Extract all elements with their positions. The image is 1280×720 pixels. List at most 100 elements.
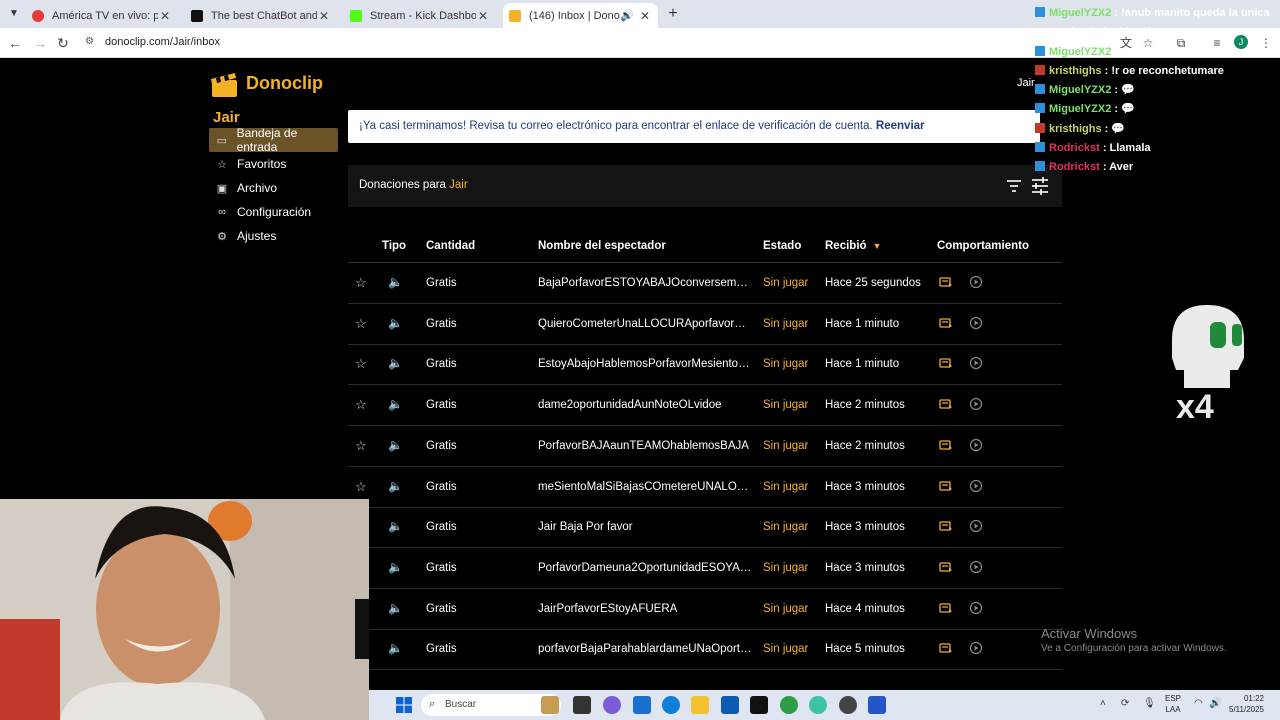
play-icon[interactable]	[969, 479, 983, 493]
speaker-icon[interactable]: 🔈	[388, 438, 403, 452]
speaker-icon[interactable]: 🔈	[388, 397, 403, 411]
speaker-icon[interactable]: 🔈	[388, 560, 403, 574]
windows-start-icon[interactable]	[396, 697, 412, 713]
table-row[interactable]: 🔈 Gratis Jair Baja Por favor Sin jugar H…	[348, 507, 1062, 549]
table-row[interactable]: ☆ 🔈 Gratis BajaPorfavorESTOYABAJOconvers…	[348, 263, 1062, 304]
microphone-icon[interactable]: 🎙	[1143, 698, 1156, 709]
sidebar-item-settings[interactable]: ⚙ Ajustes	[209, 224, 338, 248]
queue-icon[interactable]	[939, 479, 953, 493]
taskbar-search[interactable]: ⌕ Buscar	[421, 694, 561, 716]
queue-icon[interactable]	[939, 316, 953, 330]
play-icon[interactable]	[969, 356, 983, 370]
chat-username[interactable]: Rodrickst	[1049, 161, 1100, 173]
speaker-icon[interactable]: 🔈	[388, 601, 403, 615]
speaker-icon[interactable]: 🔈	[388, 356, 403, 370]
queue-icon[interactable]	[939, 519, 953, 533]
column-header-received[interactable]: Recibió ▼	[825, 240, 881, 252]
widget-icon[interactable]	[541, 696, 559, 714]
chat-username[interactable]: MiguelYZX2	[1049, 84, 1111, 96]
favorite-star-icon[interactable]: ☆	[355, 479, 367, 495]
play-icon[interactable]	[969, 438, 983, 452]
play-icon[interactable]	[969, 641, 983, 655]
brand-name[interactable]: Donoclip	[246, 73, 323, 94]
play-icon[interactable]	[969, 316, 983, 330]
tab-kick-dashboard[interactable]: Stream - Kick Dashboard ✕	[344, 3, 496, 28]
tab-america-tv[interactable]: América TV en vivo: programas ✕	[26, 3, 178, 28]
speaker-icon[interactable]: 🔈	[388, 519, 403, 533]
filter-icon[interactable]	[1004, 176, 1024, 196]
favorite-star-icon[interactable]: ☆	[355, 438, 367, 454]
app-blue-icon[interactable]	[868, 696, 886, 714]
chat-username[interactable]: MiguelYZX2	[1049, 46, 1111, 58]
table-row[interactable]: 🔈 Gratis porfavorBajaParahablardameUNaOp…	[348, 629, 1062, 671]
queue-icon[interactable]	[939, 397, 953, 411]
back-icon[interactable]: ←	[5, 33, 25, 53]
reload-icon[interactable]: ↻	[53, 33, 73, 53]
queue-icon[interactable]	[939, 275, 953, 289]
tray-sync-icon[interactable]: ⟳	[1121, 698, 1129, 709]
table-row[interactable]: ☆ 🔈 Gratis dame2oportunidadAunNoteOLvido…	[348, 385, 1062, 427]
speaker-icon[interactable]: 🔈	[388, 275, 403, 289]
column-header-viewer-name[interactable]: Nombre del espectador	[538, 240, 666, 252]
sidebar-item-archive[interactable]: ▣ Archivo	[209, 176, 338, 200]
speaker-icon[interactable]: 🔊	[620, 9, 634, 22]
chat-username[interactable]: kristhighs	[1049, 123, 1102, 135]
new-tab-icon[interactable]: +	[663, 4, 683, 24]
queue-icon[interactable]	[939, 560, 953, 574]
queue-icon[interactable]	[939, 438, 953, 452]
sidebar-item-favorites[interactable]: ☆ Favoritos	[209, 152, 338, 176]
app-icon[interactable]	[809, 696, 827, 714]
tab-donoclip-inbox[interactable]: (146) Inbox | Donoclip 🔊 ✕	[503, 3, 658, 28]
tab-search-icon[interactable]: ▼	[4, 4, 24, 24]
queue-icon[interactable]	[939, 641, 953, 655]
table-row[interactable]: ☆ 🔈 Gratis PorfavorBAJAaunTEAMOhablemosB…	[348, 426, 1062, 467]
sort-down-icon[interactable]: ▼	[873, 241, 882, 251]
store-icon[interactable]	[633, 696, 651, 714]
favorite-star-icon[interactable]: ☆	[355, 397, 367, 413]
close-icon[interactable]: ✕	[476, 9, 490, 23]
edge-icon[interactable]	[662, 696, 680, 714]
favorite-star-icon[interactable]: ☆	[355, 316, 367, 332]
tab-chatbot[interactable]: The best ChatBot and Widgets ✕	[185, 3, 337, 28]
table-row[interactable]: 🔈 Gratis PorfavorDameuna2OportunidadESOY…	[348, 548, 1062, 589]
speaker-icon[interactable]: 🔈	[388, 641, 403, 655]
play-icon[interactable]	[969, 560, 983, 574]
sidebar-item-inbox[interactable]: ▭ Bandeja de entrada	[209, 126, 338, 154]
speaker-icon[interactable]: 🔈	[388, 479, 403, 493]
close-icon[interactable]: ✕	[158, 9, 172, 23]
favorite-star-icon[interactable]: ☆	[355, 356, 367, 372]
column-header-behavior[interactable]: Comportamiento	[937, 240, 1029, 252]
queue-icon[interactable]	[939, 601, 953, 615]
table-row[interactable]: ☆ 🔈 Gratis meSientoMalSiBajasCOmetereUNA…	[348, 467, 1062, 508]
copilot-icon[interactable]	[603, 696, 621, 714]
speaker-icon[interactable]: 🔈	[388, 316, 403, 330]
sidebar-item-configuration[interactable]: ∞ Configuración	[209, 200, 338, 224]
taskbar-clock[interactable]: 01:22 5/11/2025	[1229, 693, 1264, 715]
close-icon[interactable]: ✕	[317, 9, 331, 23]
table-row[interactable]: ☆ 🔈 Gratis EstoyAbajoHablemosPorfavorMes…	[348, 344, 1062, 386]
language-indicator[interactable]: ESP LAA	[1165, 693, 1181, 715]
forward-icon[interactable]: →	[30, 33, 50, 53]
table-row[interactable]: 🔈 Gratis JairPorfavorEStoyAFUERA Sin jug…	[348, 589, 1062, 630]
chat-username[interactable]: MiguelYZX2	[1049, 7, 1111, 19]
sliders-icon[interactable]	[1030, 176, 1050, 196]
favorite-star-icon[interactable]: ☆	[355, 275, 367, 291]
tiktok-icon[interactable]	[750, 696, 768, 714]
play-icon[interactable]	[969, 519, 983, 533]
file-explorer-icon[interactable]	[691, 696, 709, 714]
play-icon[interactable]	[969, 397, 983, 411]
queue-icon[interactable]	[939, 356, 953, 370]
site-info-icon[interactable]: ⚙	[85, 36, 94, 47]
chat-username[interactable]: MiguelYZX2	[1049, 103, 1111, 115]
url-field[interactable]: donoclip.com/Jair/inbox	[105, 36, 220, 48]
resend-link[interactable]: Reenviar	[876, 120, 925, 132]
close-icon[interactable]: ✕	[638, 9, 652, 23]
volume-icon[interactable]: 🔊	[1209, 698, 1221, 709]
chat-username[interactable]: Rodrickst	[1049, 142, 1100, 154]
wifi-icon[interactable]: ◠	[1194, 698, 1203, 709]
play-icon[interactable]	[969, 601, 983, 615]
play-icon[interactable]	[969, 275, 983, 289]
table-row[interactable]: ☆ 🔈 Gratis QuieroCometerUnaLLOCURAporfav…	[348, 304, 1062, 345]
chrome-icon[interactable]	[780, 696, 798, 714]
column-header-type[interactable]: Tipo	[382, 240, 406, 252]
